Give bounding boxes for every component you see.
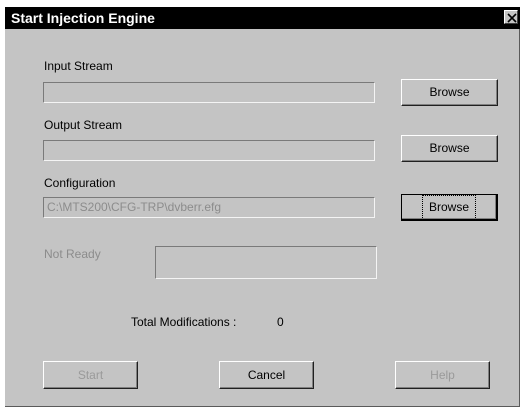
cancel-button-label: Cancel [247, 368, 286, 382]
help-button-label: Help [430, 368, 455, 382]
configuration-label: Configuration [44, 176, 116, 190]
title-bar[interactable]: Start Injection Engine [5, 7, 520, 29]
input-stream-field[interactable] [43, 82, 375, 103]
output-stream-browse-button[interactable]: Browse [401, 135, 498, 162]
start-injection-engine-dialog: Start Injection Engine Input Stream Brow… [5, 7, 520, 407]
input-browse-label: Browse [429, 85, 470, 99]
status-label: Not Ready [44, 247, 101, 261]
configuration-browse-label: Browse [421, 195, 476, 220]
configuration-field[interactable]: C:\MTS200\CFG-TRP\dvberr.efg [43, 197, 375, 218]
input-stream-browse-button[interactable]: Browse [401, 79, 498, 106]
dialog-title: Start Injection Engine [11, 10, 155, 26]
total-modifications-label: Total Modifications : [131, 315, 237, 329]
output-stream-field[interactable] [43, 140, 375, 161]
help-button[interactable]: Help [395, 361, 490, 389]
configuration-browse-button[interactable]: Browse [401, 194, 498, 221]
output-stream-label: Output Stream [44, 118, 123, 132]
close-icon [507, 13, 517, 23]
start-button[interactable]: Start [43, 361, 138, 389]
cancel-button[interactable]: Cancel [219, 361, 314, 389]
status-field [155, 246, 377, 279]
input-stream-label: Input Stream [44, 59, 113, 73]
output-browse-label: Browse [429, 141, 470, 155]
close-button[interactable] [504, 10, 518, 24]
total-modifications-count: 0 [277, 315, 284, 329]
start-button-label: Start [77, 368, 104, 382]
